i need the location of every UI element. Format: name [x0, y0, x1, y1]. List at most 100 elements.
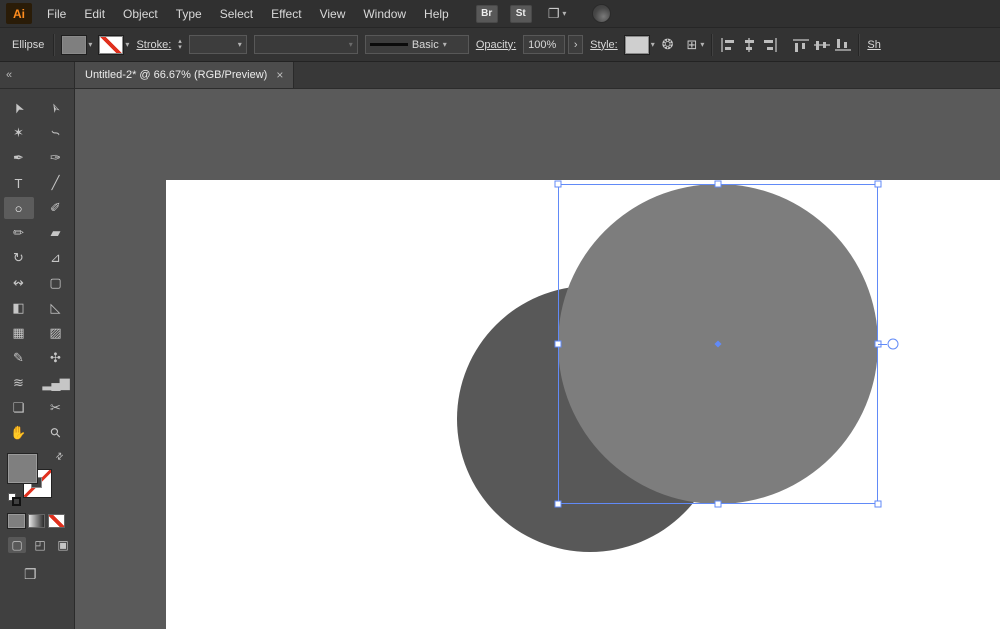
workspace-switcher[interactable]: ❐ ▾ — [548, 6, 567, 22]
graphic-style-dropdown[interactable]: ▾ — [624, 35, 655, 54]
align-to-icon: ⊞ — [686, 36, 698, 52]
stroke-color-dropdown[interactable]: ▾ — [99, 35, 129, 54]
zoom-tool[interactable]: ⚲ — [41, 422, 71, 444]
menu-item-window[interactable]: Window — [354, 0, 415, 28]
stock-button[interactable]: St — [509, 4, 532, 23]
screen-mode-button[interactable]: ❐ — [24, 566, 37, 583]
gradient-button[interactable] — [28, 514, 45, 528]
shape-label-cutoff[interactable]: Sh — [867, 39, 880, 51]
stepper-down-icon[interactable]: ▾ — [178, 44, 182, 51]
eyedropper-tool[interactable]: ✎ — [4, 347, 34, 369]
selection-handle[interactable] — [554, 500, 562, 508]
free-transform-tool[interactable]: ▢ — [41, 272, 71, 294]
separator — [711, 33, 714, 56]
screen-mode-row: ❐ — [24, 566, 74, 584]
column-graph-icon: ▂▄▆ — [42, 375, 69, 390]
menu-item-object[interactable]: Object — [114, 0, 167, 28]
chevron-down-icon: ▾ — [237, 40, 242, 49]
fill-swatch-large[interactable] — [8, 454, 37, 483]
collapse-tools-button[interactable]: « — [6, 69, 12, 81]
rotate-tool[interactable]: ↻ — [4, 247, 34, 269]
opacity-input[interactable]: 100% — [523, 35, 566, 54]
zoom-icon: ⚲ — [46, 423, 64, 442]
horizontal-align-right-button[interactable] — [762, 37, 778, 52]
mesh-tool[interactable]: ▦ — [4, 322, 34, 344]
opacity-panel-link[interactable]: Opacity: — [476, 39, 516, 51]
pen-icon: ✒ — [13, 150, 24, 165]
blend-tool[interactable]: ✣ — [41, 347, 71, 369]
menu-item-file[interactable]: File — [38, 0, 75, 28]
lasso-tool[interactable]: ∽ — [41, 122, 71, 144]
selection-handle[interactable] — [554, 180, 562, 188]
graphic-style-swatch — [624, 35, 649, 54]
draw-normal-button[interactable]: ▢ — [8, 537, 26, 553]
fill-swatch — [62, 35, 87, 54]
canvas-area[interactable] — [75, 89, 1000, 629]
color-button[interactable] — [8, 514, 25, 528]
gpu-performance-icon[interactable] — [592, 4, 612, 23]
symbol-sprayer-tool[interactable]: ≋ — [4, 372, 34, 394]
document-tab[interactable]: Untitled-2* @ 66.67% (RGB/Preview) × — [75, 62, 295, 88]
type-tool[interactable]: T — [4, 172, 34, 194]
paintbrush-tool[interactable]: ✐ — [41, 197, 71, 219]
scale-tool[interactable]: ⊿ — [41, 247, 71, 269]
vertical-align-top-button[interactable] — [793, 38, 810, 52]
menu-item-edit[interactable]: Edit — [75, 0, 114, 28]
paintbrush-icon: ✐ — [50, 200, 61, 215]
width-profile-select[interactable]: ▾ — [253, 35, 358, 54]
selection-handle[interactable] — [554, 340, 562, 348]
horizontal-align-center-button[interactable] — [741, 37, 757, 52]
align-to-dropdown[interactable]: ⊞ ▾ — [686, 37, 704, 53]
eraser-tool[interactable]: ▰ — [41, 222, 71, 244]
selection-tool[interactable]: ➤ — [4, 97, 34, 119]
menu-item-view[interactable]: View — [311, 0, 355, 28]
vertical-align-bottom-button[interactable] — [835, 38, 852, 52]
none-button[interactable] — [48, 514, 65, 528]
selection-handle[interactable] — [874, 180, 882, 188]
direct-selection-tool[interactable]: ➣ — [41, 97, 71, 119]
opacity-options-button[interactable]: › — [568, 35, 584, 54]
selection-handle[interactable] — [874, 500, 882, 508]
menu-item-type[interactable]: Type — [167, 0, 211, 28]
menu-item-select[interactable]: Select — [211, 0, 262, 28]
style-panel-link[interactable]: Style: — [590, 39, 618, 51]
perspective-grid-tool[interactable]: ◺ — [41, 297, 71, 319]
magic-wand-tool[interactable]: ✶ — [4, 122, 34, 144]
stroke-panel-link[interactable]: Stroke: — [136, 39, 171, 51]
curvature-icon: ✑ — [50, 150, 61, 165]
slice-tool[interactable]: ✂ — [41, 397, 71, 419]
menu-bar: Ai File Edit Object Type Select Effect View Win… — [0, 0, 1000, 28]
stroke-weight-stepper[interactable]: ▴ ▾ — [178, 38, 182, 51]
vertical-align-center-button[interactable] — [814, 38, 831, 52]
tools-panel-header: « — [0, 62, 75, 88]
rotate-widget[interactable] — [887, 338, 899, 350]
menu-item-effect[interactable]: Effect — [262, 0, 310, 28]
column-graph-tool[interactable]: ▂▄▆ — [41, 372, 71, 394]
draw-inside-button[interactable]: ▣ — [54, 537, 72, 553]
recolor-artwork-button[interactable]: ❂ — [662, 36, 674, 53]
gradient-tool[interactable]: ▨ — [41, 322, 71, 344]
menu-item-help[interactable]: Help — [415, 0, 458, 28]
fill-color-dropdown[interactable]: ▾ — [62, 35, 92, 54]
pen-tool[interactable]: ✒ — [4, 147, 34, 169]
bridge-button[interactable]: Br — [475, 4, 498, 23]
curvature-tool[interactable]: ✑ — [41, 147, 71, 169]
shape-builder-tool[interactable]: ◧ — [4, 297, 34, 319]
swap-fill-stroke-icon[interactable]: ⇄ — [54, 450, 67, 463]
stroke-weight-select[interactable]: ▾ — [188, 35, 247, 54]
horizontal-align-left-button[interactable] — [720, 37, 736, 52]
draw-behind-button[interactable]: ◰ — [31, 537, 49, 553]
hand-tool[interactable]: ✋ — [4, 422, 34, 444]
ellipse-tool[interactable]: ○ — [3, 197, 34, 219]
width-tool[interactable]: ↭ — [4, 272, 34, 294]
close-tab-icon[interactable]: × — [276, 68, 283, 82]
artboard-tool[interactable]: ❏ — [4, 397, 34, 419]
chevron-down-icon: ▾ — [650, 40, 655, 49]
rotate-widget-connector — [878, 344, 887, 345]
selection-handle[interactable] — [714, 500, 722, 508]
selection-handle[interactable] — [714, 180, 722, 188]
line-segment-tool[interactable]: ╱ — [41, 172, 71, 194]
brush-definition-select[interactable]: Basic ▾ — [364, 35, 469, 54]
pencil-tool[interactable]: ✏ — [4, 222, 34, 244]
default-fill-stroke-icon[interactable] — [8, 493, 21, 506]
